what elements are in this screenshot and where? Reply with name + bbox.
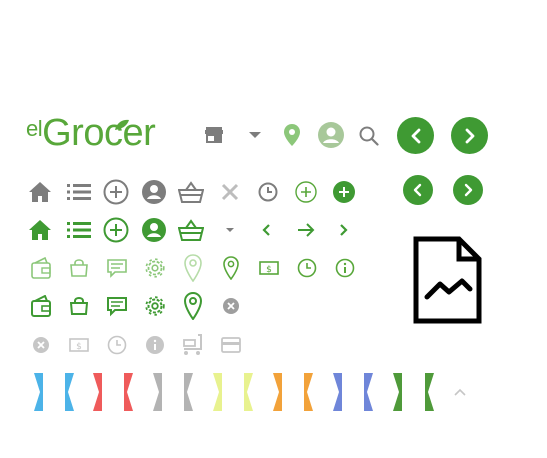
logo: elGrocer bbox=[26, 112, 156, 160]
chat-icon bbox=[107, 297, 127, 317]
logo-name: Grocer bbox=[42, 112, 156, 154]
search-icon[interactable] bbox=[359, 126, 379, 146]
ribbon-indigo-right bbox=[364, 373, 373, 411]
clock-icon bbox=[107, 335, 127, 355]
chevron-right-button[interactable] bbox=[451, 117, 488, 154]
clock-icon bbox=[258, 182, 278, 202]
caret-up-icon[interactable] bbox=[454, 388, 466, 396]
ribbon-gray-right bbox=[184, 373, 193, 411]
gear-icon bbox=[145, 296, 165, 316]
ribbon-red-left bbox=[93, 373, 102, 411]
chevron-left-icon bbox=[413, 183, 422, 197]
broken-image-icon bbox=[413, 236, 482, 324]
card-icon bbox=[221, 337, 241, 353]
chevron-right-icon[interactable] bbox=[338, 223, 348, 237]
ribbon-gray-left bbox=[153, 373, 162, 411]
user-avatar-icon[interactable] bbox=[318, 122, 344, 148]
chevron-left-button-small[interactable] bbox=[403, 175, 433, 205]
info-icon bbox=[146, 336, 164, 354]
ribbon-red-right bbox=[124, 373, 133, 411]
close-circle-icon[interactable] bbox=[223, 298, 239, 314]
ribbon-indigo-left bbox=[333, 373, 342, 411]
arrow-right-icon[interactable] bbox=[297, 222, 315, 238]
chevron-right-icon bbox=[465, 128, 474, 143]
cash-icon: $ bbox=[259, 261, 279, 275]
bag-icon bbox=[70, 259, 88, 277]
close-x-icon[interactable] bbox=[221, 183, 239, 201]
chevron-right-icon bbox=[464, 183, 473, 197]
caret-down-icon[interactable] bbox=[226, 228, 234, 233]
chevron-left-icon bbox=[411, 128, 420, 143]
chevron-right-button-small[interactable] bbox=[453, 175, 483, 205]
location-pin-icon bbox=[184, 292, 202, 320]
svg-text:$: $ bbox=[76, 342, 82, 352]
home-icon[interactable] bbox=[28, 181, 52, 203]
ribbon-blue-left bbox=[34, 373, 43, 411]
cart-icon bbox=[183, 334, 202, 355]
svg-text:$: $ bbox=[266, 265, 272, 275]
add-circle-filled-icon[interactable] bbox=[333, 181, 355, 203]
add-circle-icon[interactable] bbox=[103, 179, 129, 205]
location-pin-icon bbox=[184, 254, 202, 282]
bag-icon bbox=[70, 297, 88, 315]
home-icon[interactable] bbox=[28, 219, 52, 241]
basket-icon[interactable] bbox=[178, 181, 204, 203]
close-circle-icon[interactable] bbox=[33, 337, 49, 353]
add-circle-outline-icon[interactable] bbox=[295, 181, 317, 203]
list-icon[interactable] bbox=[67, 221, 91, 239]
cash-icon: $ bbox=[69, 338, 89, 352]
user-icon[interactable] bbox=[142, 180, 166, 204]
ribbon-yellow-right bbox=[244, 373, 253, 411]
wallet-icon bbox=[31, 295, 51, 317]
wallet-icon bbox=[31, 257, 51, 279]
user-icon[interactable] bbox=[142, 218, 166, 242]
caret-down-icon[interactable] bbox=[248, 131, 262, 139]
ribbon-orange-right bbox=[304, 373, 313, 411]
clock-icon bbox=[297, 258, 317, 278]
ribbon-blue-right bbox=[65, 373, 74, 411]
logo-leaf-icon bbox=[115, 119, 129, 130]
add-circle-icon[interactable] bbox=[103, 217, 129, 243]
basket-icon[interactable] bbox=[178, 219, 204, 241]
logo-prefix: el bbox=[26, 116, 43, 141]
ribbon-green-left bbox=[393, 373, 402, 411]
list-icon[interactable] bbox=[67, 183, 91, 201]
ribbon-yellow-left bbox=[213, 373, 222, 411]
chat-icon bbox=[107, 259, 127, 278]
ribbon-green-right bbox=[425, 373, 434, 411]
location-pin-icon bbox=[223, 256, 239, 280]
gear-icon bbox=[145, 258, 165, 278]
store-icon[interactable] bbox=[204, 126, 224, 144]
chevron-left-icon[interactable] bbox=[262, 223, 272, 237]
chevron-left-button[interactable] bbox=[397, 117, 434, 154]
location-pin-icon[interactable] bbox=[284, 124, 300, 146]
ribbon-orange-left bbox=[273, 373, 282, 411]
info-icon bbox=[335, 258, 355, 278]
